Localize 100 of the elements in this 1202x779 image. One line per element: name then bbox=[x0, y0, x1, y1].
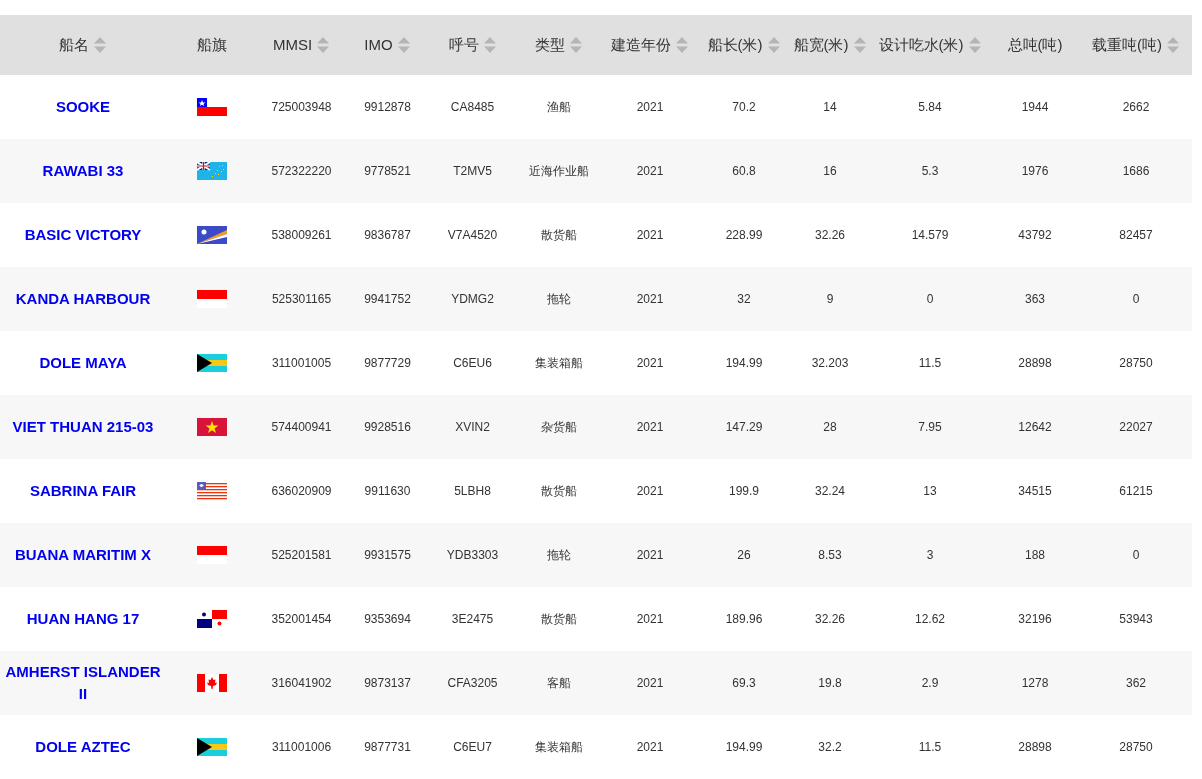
sort-icon[interactable] bbox=[316, 36, 331, 54]
column-header[interactable]: IMO bbox=[364, 33, 411, 57]
column-header[interactable]: 呼号 bbox=[448, 33, 497, 57]
table-cell-text: XVIN2 bbox=[455, 419, 490, 436]
table-cell-text: 3E2475 bbox=[451, 611, 494, 628]
table-cell-text: 32.203 bbox=[811, 355, 849, 372]
table-cell-text: 22027 bbox=[1119, 419, 1153, 436]
table-cell-text: 362 bbox=[1126, 675, 1146, 692]
table-cell-text: 1278 bbox=[1021, 675, 1049, 692]
flag-icon bbox=[197, 674, 227, 692]
table-cell-text: 9836787 bbox=[364, 227, 411, 244]
ship-name-link[interactable]: SOOKE bbox=[55, 96, 111, 118]
ship-name-link[interactable]: BUANA MARITIM X bbox=[14, 544, 152, 566]
column-header[interactable]: 类型 bbox=[534, 33, 583, 57]
column-header[interactable]: 载重吨(吨) bbox=[1092, 33, 1180, 57]
table-cell-text: 199.9 bbox=[729, 483, 759, 500]
ship-name-link[interactable]: HUAN HANG 17 bbox=[26, 608, 140, 630]
table-cell-text: 194.99 bbox=[725, 739, 763, 756]
sort-icon[interactable] bbox=[396, 36, 411, 54]
table-cell-text: 34515 bbox=[1018, 483, 1052, 500]
table-cell-text: 集装箱船 bbox=[534, 355, 583, 372]
table-cell-text: 572322220 bbox=[271, 163, 332, 180]
table-cell-text: 0 bbox=[1132, 547, 1140, 564]
flag-icon bbox=[197, 418, 227, 436]
table-cell-text: 9877731 bbox=[364, 739, 411, 756]
table-cell-text: 43792 bbox=[1018, 227, 1052, 244]
table-cell-text: 147.29 bbox=[725, 419, 763, 436]
ship-name-link[interactable]: VIET THUAN 215-03 bbox=[12, 416, 154, 438]
ship-name-link[interactable]: DOLE AZTEC bbox=[35, 736, 131, 758]
table-cell-text: 12.62 bbox=[915, 611, 945, 628]
table-cell-text: C6EU6 bbox=[453, 355, 492, 372]
column-header[interactable]: 船长(米) bbox=[707, 33, 781, 57]
ship-name-link[interactable]: KANDA HARBOUR bbox=[15, 288, 151, 310]
table-cell-text: 316041902 bbox=[271, 675, 332, 692]
sort-icon[interactable] bbox=[568, 36, 583, 54]
table-cell-text: 574400941 bbox=[271, 419, 332, 436]
table-cell-text: 194.99 bbox=[725, 355, 763, 372]
sort-icon[interactable] bbox=[766, 36, 781, 54]
table-cell-text: 散货船 bbox=[540, 483, 577, 500]
table-cell-text: 525301165 bbox=[271, 291, 332, 308]
table-cell-text: 28 bbox=[823, 419, 837, 436]
table-cell-text: 32.26 bbox=[815, 611, 845, 628]
flag-icon bbox=[197, 98, 227, 116]
sort-icon[interactable] bbox=[675, 36, 689, 54]
flag-icon bbox=[197, 546, 227, 564]
table-cell-text: 70.2 bbox=[732, 99, 756, 116]
flag-icon bbox=[197, 610, 227, 628]
column-header[interactable]: 船宽(米) bbox=[793, 33, 867, 57]
column-header[interactable]: 船名 bbox=[59, 33, 107, 57]
sort-icon[interactable] bbox=[1166, 36, 1180, 54]
table-cell-text: 2021 bbox=[636, 611, 664, 628]
table-cell-text: 9 bbox=[826, 291, 834, 308]
table-cell-text: CFA3205 bbox=[447, 675, 498, 692]
table-cell-text: 渔船 bbox=[546, 99, 571, 116]
table-cell-text: 2662 bbox=[1122, 99, 1150, 116]
table-cell-text: T2MV5 bbox=[453, 163, 492, 180]
table-cell-text: 9928516 bbox=[364, 419, 411, 436]
ship-name-link[interactable]: DOLE MAYA bbox=[39, 352, 127, 374]
table-cell-text: 9353694 bbox=[364, 611, 411, 628]
table-cell-text: 2021 bbox=[636, 675, 664, 692]
sort-icon[interactable] bbox=[967, 36, 982, 54]
table-cell-text: 8.53 bbox=[818, 547, 842, 564]
flag-icon bbox=[197, 162, 227, 180]
ship-name-link[interactable]: RAWABI 33 bbox=[42, 160, 124, 182]
table-cell-text: 32.2 bbox=[818, 739, 842, 756]
sort-icon[interactable] bbox=[852, 36, 867, 54]
table-cell-text: 9931575 bbox=[364, 547, 411, 564]
table-cell-text: 散货船 bbox=[540, 611, 577, 628]
ship-name-link[interactable]: SABRINA FAIR bbox=[29, 480, 137, 502]
column-header[interactable]: 设计吃水(米) bbox=[878, 33, 982, 57]
table-cell-text: 拖轮 bbox=[546, 547, 571, 564]
ship-name-link[interactable]: BASIC VICTORY bbox=[24, 224, 142, 246]
flag-icon bbox=[197, 482, 227, 500]
sort-icon[interactable] bbox=[482, 36, 497, 54]
column-header[interactable]: 总吨(吨) bbox=[1007, 33, 1063, 57]
table-cell-text: 14 bbox=[823, 99, 837, 116]
ship-name-link[interactable]: AMHERST ISLANDER II bbox=[4, 661, 162, 705]
table-cell-text: 2.9 bbox=[921, 675, 939, 692]
table-cell-text: 2021 bbox=[636, 483, 664, 500]
table-cell-text: 1686 bbox=[1122, 163, 1150, 180]
table-cell-text: 杂货船 bbox=[540, 419, 577, 436]
table-cell-text: YDMG2 bbox=[451, 291, 494, 308]
column-header[interactable]: 船旗 bbox=[197, 33, 227, 57]
table-cell-text: 228.99 bbox=[725, 227, 763, 244]
table-cell-text: 3 bbox=[926, 547, 934, 564]
table-cell-text: 9877729 bbox=[364, 355, 411, 372]
table-cell-text: 16 bbox=[823, 163, 837, 180]
table-cell-text: V7A4520 bbox=[447, 227, 498, 244]
column-header[interactable]: 建造年份 bbox=[611, 33, 689, 57]
table-cell-text: 352001454 bbox=[271, 611, 332, 628]
sort-icon[interactable] bbox=[93, 36, 107, 54]
table-cell-text: 26 bbox=[737, 547, 751, 564]
column-header[interactable]: MMSI bbox=[272, 33, 331, 57]
table-cell-text: 13 bbox=[923, 483, 937, 500]
table-cell-text: 32 bbox=[737, 291, 751, 308]
table-cell-text: 2021 bbox=[636, 227, 664, 244]
table-cell-text: 311001005 bbox=[271, 355, 332, 372]
table-cell-text: C6EU7 bbox=[453, 739, 492, 756]
table-cell-text: 363 bbox=[1025, 291, 1045, 308]
table-cell-text: 近海作业船 bbox=[528, 163, 589, 180]
